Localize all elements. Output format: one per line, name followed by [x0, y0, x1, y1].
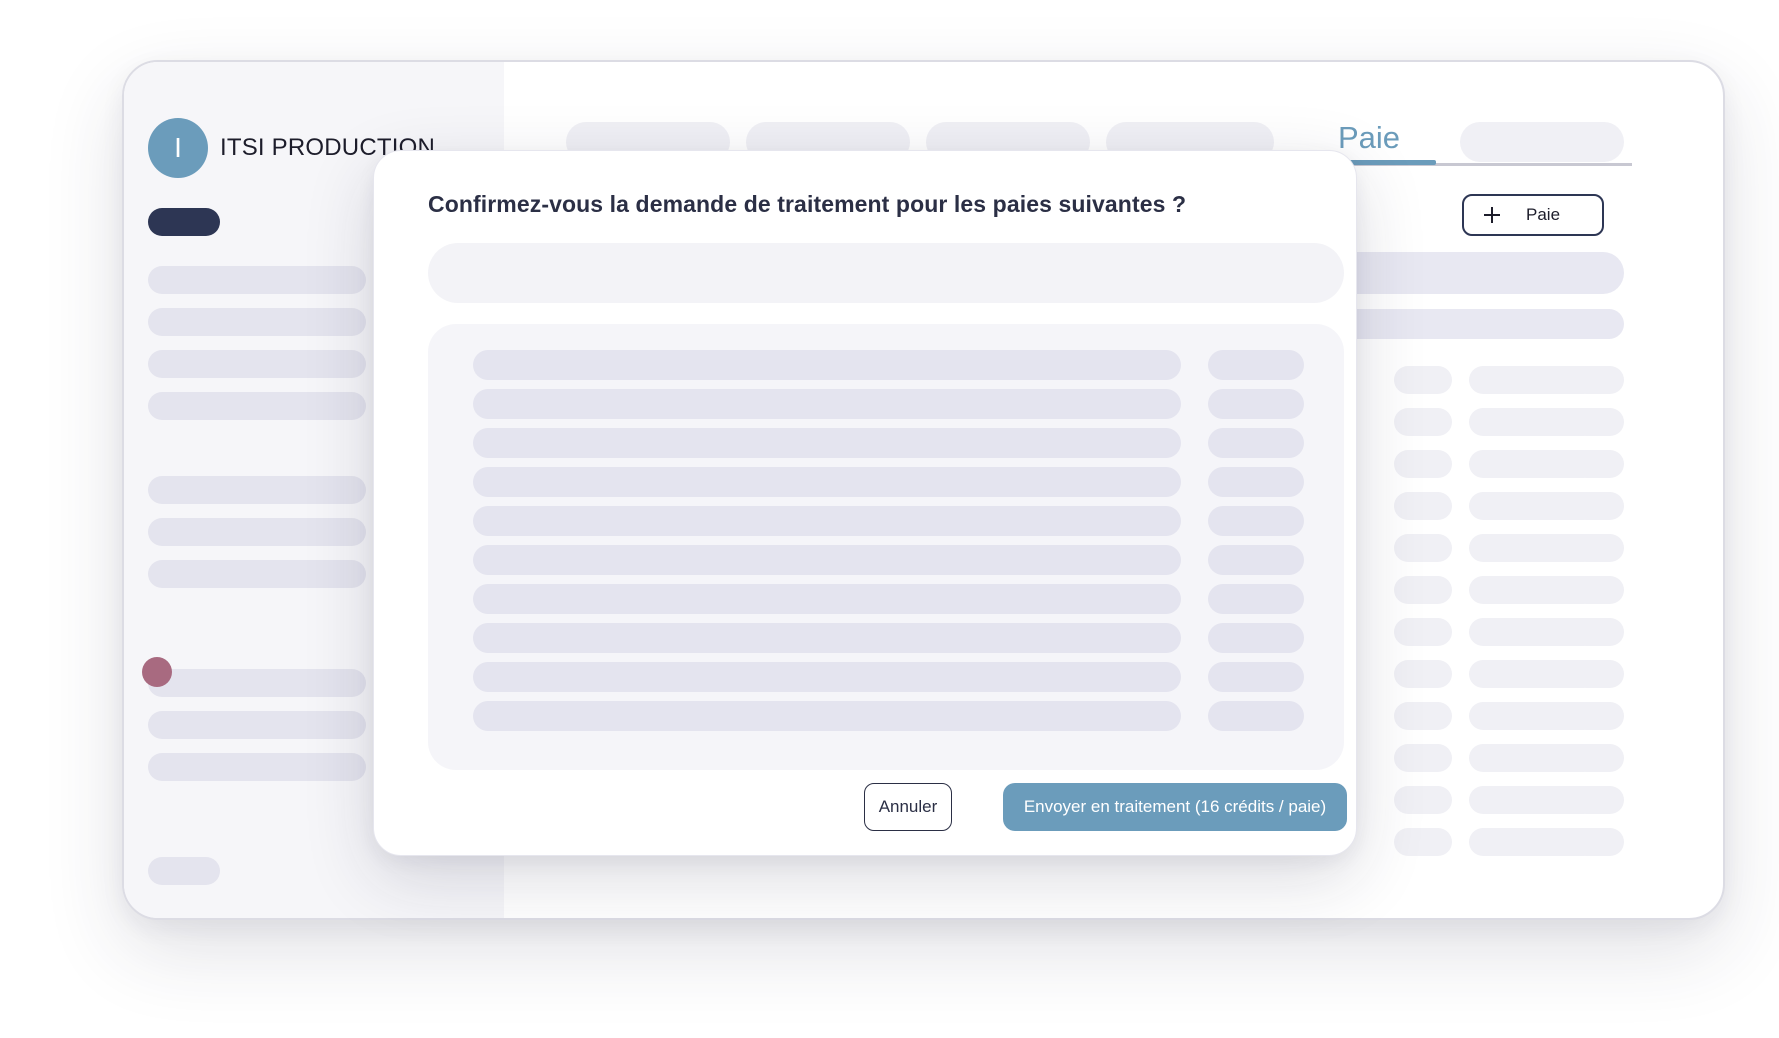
- sidebar-item[interactable]: [148, 560, 366, 588]
- list-item-value: [1208, 545, 1304, 575]
- plus-icon: [1484, 207, 1500, 223]
- sidebar-footer-item[interactable]: [148, 857, 220, 885]
- list-item-value: [1208, 350, 1304, 380]
- table-cell: [1572, 828, 1624, 856]
- table-cell: [1394, 366, 1452, 394]
- list-item: [473, 389, 1181, 419]
- sidebar-item[interactable]: [148, 476, 366, 504]
- notification-dot: [142, 657, 172, 687]
- list-item: [473, 350, 1181, 380]
- table-cell: [1394, 534, 1452, 562]
- confirm-modal: Confirmez-vous la demande de traitement …: [373, 150, 1357, 856]
- table-cell: [1572, 534, 1624, 562]
- list-item-value: [1208, 623, 1304, 653]
- list-item: [473, 584, 1181, 614]
- list-item-value: [1208, 584, 1304, 614]
- cancel-button[interactable]: Annuler: [864, 783, 952, 831]
- table-cell: [1394, 744, 1452, 772]
- table-cell: [1572, 576, 1624, 604]
- sidebar-item[interactable]: [148, 266, 366, 294]
- table-cell: [1572, 786, 1624, 814]
- table-cell: [1572, 492, 1624, 520]
- submit-processing-button[interactable]: Envoyer en traitement (16 crédits / paie…: [1003, 783, 1347, 831]
- table-cell: [1572, 702, 1624, 730]
- sidebar-item[interactable]: [148, 350, 366, 378]
- table-cell: [1394, 828, 1452, 856]
- list-item-value: [1208, 506, 1304, 536]
- sidebar-item[interactable]: [148, 711, 366, 739]
- list-item-value: [1208, 701, 1304, 731]
- modal-search-bar[interactable]: [428, 243, 1344, 303]
- list-item: [473, 662, 1181, 692]
- table-cell: [1572, 744, 1624, 772]
- table-cell: [1394, 786, 1452, 814]
- sidebar-item[interactable]: [148, 669, 366, 697]
- modal-title: Confirmez-vous la demande de traitement …: [428, 191, 1187, 217]
- list-item-value: [1208, 467, 1304, 497]
- list-item-value: [1208, 428, 1304, 458]
- list-item: [473, 428, 1181, 458]
- table-cell: [1394, 408, 1452, 436]
- list-item: [473, 545, 1181, 575]
- sidebar-item[interactable]: [148, 518, 366, 546]
- tab-placeholder[interactable]: [1460, 122, 1624, 162]
- list-item-value: [1208, 389, 1304, 419]
- paie-list: [428, 324, 1344, 770]
- add-paie-label: Paie: [1526, 205, 1561, 224]
- table-cell: [1572, 366, 1624, 394]
- table-cell: [1572, 618, 1624, 646]
- table-cell: [1394, 660, 1452, 688]
- sidebar-item[interactable]: [148, 753, 366, 781]
- list-item: [473, 467, 1181, 497]
- table-cell: [1394, 576, 1452, 604]
- add-paie-button[interactable]: Paie: [1462, 194, 1604, 236]
- table-cell: [1394, 492, 1452, 520]
- avatar-letter: I: [174, 132, 182, 163]
- table-cell: [1394, 702, 1452, 730]
- org-avatar[interactable]: I: [148, 118, 208, 178]
- sidebar-item[interactable]: [148, 308, 366, 336]
- table-cell: [1572, 450, 1624, 478]
- sidebar-item[interactable]: [148, 392, 366, 420]
- list-item: [473, 701, 1181, 731]
- sidebar-active-item[interactable]: [148, 208, 220, 236]
- list-item: [473, 506, 1181, 536]
- list-item: [473, 623, 1181, 653]
- table-cell: [1572, 660, 1624, 688]
- table-cell: [1394, 450, 1452, 478]
- list-item-value: [1208, 662, 1304, 692]
- tab-paie[interactable]: Paie: [1338, 120, 1400, 156]
- table-cell: [1572, 408, 1624, 436]
- table-cell: [1394, 618, 1452, 646]
